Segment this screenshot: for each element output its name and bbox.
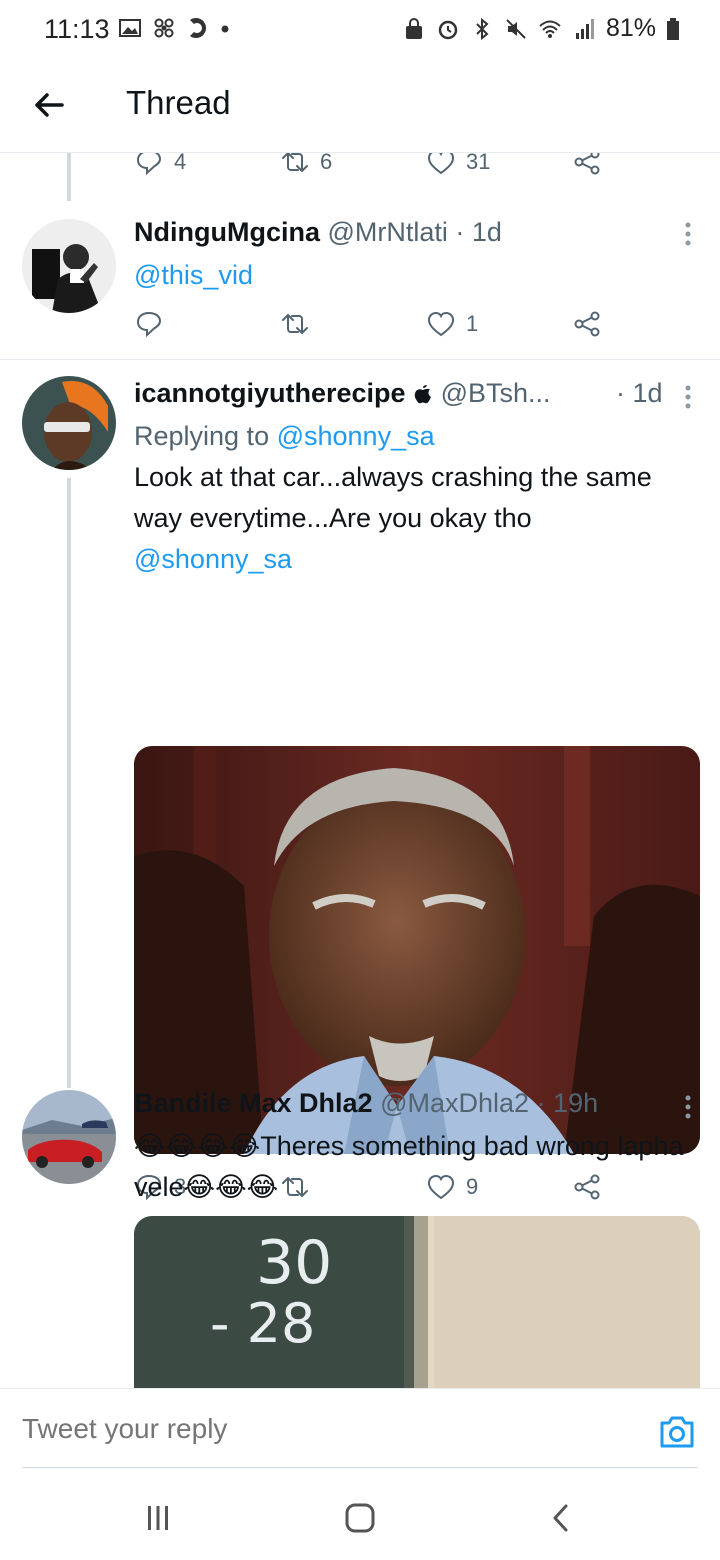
tweet-text[interactable]: @this_vid — [134, 255, 694, 296]
like-count: 1 — [466, 311, 479, 336]
wifi-icon — [539, 20, 561, 38]
author-name[interactable]: Bandile Max Dhla2 — [134, 1088, 373, 1118]
emoji-laughing-lead: 😂😂😂😂 — [134, 1131, 261, 1161]
reply-input[interactable] — [22, 1413, 582, 1445]
thread-list[interactable]: 4 6 31 NdinguMgcina @MrNtlati · 1d @this… — [0, 153, 720, 1388]
status-time: 11:13 — [44, 14, 110, 44]
alarm-icon — [438, 20, 458, 39]
status-bar: 11:13 81% — [0, 0, 720, 58]
app-header: Thread — [0, 58, 720, 153]
tweet-ndingumgcina[interactable]: NdinguMgcina @MrNtlati · 1d @this_vid 1 — [0, 205, 720, 359]
author-name[interactable]: icannotgiyutherecipe — [134, 378, 406, 408]
retweet-count: 6 — [320, 153, 333, 174]
lock-icon — [405, 17, 422, 39]
share-button[interactable] — [572, 153, 602, 177]
like-button[interactable]: 31 — [426, 153, 490, 177]
recent-apps-icon[interactable] — [142, 1502, 174, 1534]
avatar[interactable] — [22, 376, 116, 470]
gallery-icon — [119, 19, 141, 37]
tweet-bandile-max-dhla2[interactable]: Bandile Max Dhla2 @MaxDhla2 · 19h 😂😂😂😂Th… — [0, 1088, 720, 1388]
more-options-icon[interactable] — [684, 221, 692, 247]
apple-icon — [414, 385, 432, 404]
avatar-photo — [22, 1090, 116, 1184]
battery-icon — [667, 17, 679, 40]
pinwheel-icon — [154, 18, 174, 38]
retweet-button[interactable]: 6 — [280, 153, 332, 177]
replying-to-line: Replying to @shonny_sa — [134, 416, 694, 457]
author-meta: @MrNtlati · 1d — [327, 217, 502, 247]
tweet-mention[interactable]: @shonny_sa — [134, 544, 292, 574]
page-title: Thread — [126, 84, 231, 121]
retweet-icon — [282, 314, 308, 334]
previous-tweet-actions: 4 6 31 — [134, 153, 614, 187]
avatar[interactable] — [22, 219, 116, 313]
share-button[interactable] — [572, 309, 602, 339]
more-options-icon[interactable] — [684, 384, 692, 410]
avatar-photo — [22, 376, 116, 470]
bluetooth-icon — [476, 17, 489, 40]
more-options-icon[interactable] — [684, 1094, 692, 1120]
avatar-photo — [22, 219, 116, 313]
chalk-number-top: 30 — [256, 1228, 333, 1298]
author-meta: @MaxDhla2 · 19h — [380, 1088, 599, 1118]
retweet-icon — [282, 153, 308, 172]
back-nav-icon[interactable] — [546, 1502, 578, 1534]
mute-icon — [506, 18, 526, 39]
tweet-actions: 1 — [134, 309, 614, 349]
chalk-number-bottom: - 28 — [210, 1292, 316, 1355]
tweet-image[interactable]: 30 - 28 — [134, 1216, 700, 1388]
tweet-body: Look at that car...always crashing the s… — [134, 462, 652, 533]
emoji-laughing-tail: 😂😂😂 — [183, 1172, 279, 1202]
system-nav-bar — [0, 1468, 720, 1560]
author-handle: @BTsh... — [440, 378, 551, 408]
camera-icon[interactable] — [658, 1415, 696, 1449]
reply-bar — [0, 1388, 720, 1468]
tweet-text: Look at that car...always crashing the s… — [134, 457, 694, 580]
reply-button[interactable]: 4 — [134, 153, 186, 177]
home-icon[interactable] — [344, 1502, 376, 1534]
avatar[interactable] — [22, 1090, 116, 1184]
app-notification-icon — [190, 18, 206, 38]
reply-icon — [136, 311, 162, 338]
replying-to-mention[interactable]: @shonny_sa — [277, 421, 435, 451]
back-arrow-icon[interactable] — [28, 84, 70, 126]
reply-count: 4 — [174, 153, 187, 174]
battery-percent: 81% — [605, 14, 656, 42]
dot-icon — [221, 25, 229, 33]
author-name[interactable]: NdinguMgcina — [134, 217, 320, 247]
tweet-text: 😂😂😂😂Theres something bad wrong lapha vel… — [134, 1126, 694, 1208]
signal-icon — [575, 18, 594, 39]
share-icon — [574, 153, 600, 175]
thread-connector-line — [67, 478, 71, 1088]
heart-icon — [427, 153, 455, 175]
like-button[interactable]: 1 — [426, 309, 478, 339]
reply-icon — [136, 153, 162, 176]
tweet-icannotgiyutherecipe[interactable]: icannotgiyutherecipe @BTsh... · 1d Reply… — [0, 360, 720, 1201]
retweet-button[interactable] — [280, 309, 320, 339]
tweet-time: · 1d — [616, 378, 663, 408]
reply-button[interactable] — [134, 309, 174, 339]
like-count: 31 — [466, 153, 491, 174]
share-icon — [574, 311, 600, 337]
heart-icon — [427, 311, 455, 337]
replying-prefix: Replying to — [134, 421, 277, 451]
thread-connector-line — [67, 153, 71, 201]
